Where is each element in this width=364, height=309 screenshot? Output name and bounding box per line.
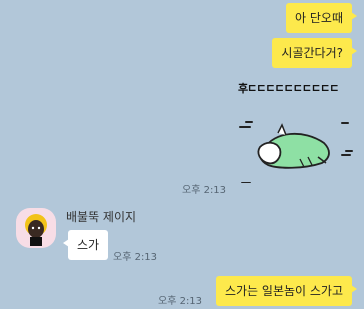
sender-name: 배불뚝 제이지	[66, 210, 137, 224]
message-timestamp: 오후 2:13	[182, 185, 227, 196]
message-bubble-mine[interactable]: 시골간다거?	[272, 38, 357, 68]
emoticon-caption: 후ㄷㄷㄷㄷㄷㄷㄷㄷㄷㄷ	[238, 82, 339, 95]
sleeping-character-emoticon[interactable]	[234, 105, 360, 183]
message-timestamp: 오후 2:13	[158, 296, 203, 307]
message-bubble-mine[interactable]: 아 단오때	[286, 3, 357, 33]
message-bubble-theirs[interactable]: 스가	[62, 230, 109, 260]
character-avatar-icon[interactable]	[16, 208, 56, 248]
message-timestamp: 오후 2:13	[113, 252, 158, 263]
message-bubble-mine[interactable]: 스가는 일본놈이 스가고	[215, 276, 358, 306]
